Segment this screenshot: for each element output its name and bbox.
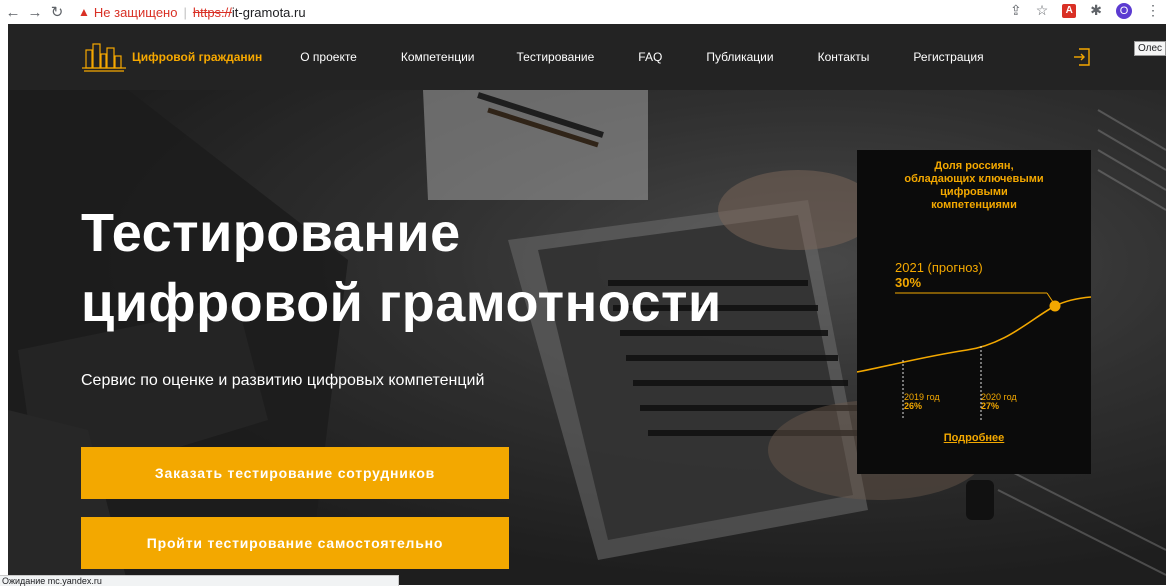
- point-value: 26%: [904, 401, 923, 411]
- order-testing-button[interactable]: Заказать тестирование сотрудников: [81, 447, 509, 499]
- hero-subtitle: Сервис по оценке и развитию цифровых ком…: [81, 372, 485, 389]
- menu-item-about[interactable]: О проекте: [300, 50, 357, 64]
- site-logo[interactable]: Цифровой гражданин: [82, 42, 262, 72]
- browser-toolbar: ← → ↻ ▲ Не защищено | https:// it-gramot…: [0, 0, 1166, 24]
- share-icon[interactable]: ⇪: [1010, 2, 1022, 19]
- address-divider: |: [183, 4, 187, 20]
- logo-text: Цифровой гражданин: [132, 50, 263, 64]
- profile-tooltip: Олес: [1133, 41, 1166, 56]
- pdf-icon[interactable]: A: [1062, 3, 1077, 18]
- warning-icon: ▲: [78, 5, 90, 19]
- forward-icon[interactable]: →: [24, 4, 46, 21]
- hero-section: Тестирование цифровой грамотности Сервис…: [8, 90, 1166, 585]
- browser-status-bubble: Ожидание mc.yandex.ru: [0, 575, 399, 586]
- menu-item-contacts[interactable]: Контакты: [818, 50, 870, 64]
- more-link[interactable]: Подробнее: [857, 432, 1091, 444]
- menu-item-registration[interactable]: Регистрация: [913, 50, 983, 64]
- url-scheme: https://: [192, 4, 232, 20]
- star-icon[interactable]: ☆: [1036, 2, 1049, 19]
- menu-item-testing[interactable]: Тестирование: [517, 50, 595, 64]
- browser-actions: ⇪ ☆ A ✱ O ⋮: [1010, 2, 1160, 19]
- back-icon[interactable]: ←: [2, 4, 24, 21]
- stats-card: Доля россиян, обладающих ключевыми цифро…: [857, 150, 1091, 474]
- main-menu: О проекте Компетенции Тестирование FAQ П…: [300, 50, 983, 64]
- hero-title-line-1: Тестирование: [81, 203, 461, 263]
- menu-item-competencies[interactable]: Компетенции: [401, 50, 475, 64]
- url-host: it-gramota.ru: [231, 4, 306, 20]
- extensions-icon[interactable]: ✱: [1090, 2, 1102, 19]
- menu-item-publications[interactable]: Публикации: [706, 50, 773, 64]
- address-bar[interactable]: ▲ Не защищено | https:// it-gramota.ru: [78, 2, 306, 22]
- hero-title-line-2: цифровой грамотности: [81, 273, 722, 333]
- security-label: Не защищено: [93, 4, 178, 20]
- forecast-label: 2021 (прогноз): [895, 260, 983, 275]
- login-icon[interactable]: [1072, 47, 1092, 67]
- point-2020: 2020 год 27%: [981, 393, 1017, 411]
- site-header: Цифровой гражданин О проекте Компетенции…: [8, 24, 1166, 90]
- profile-avatar[interactable]: O: [1116, 2, 1132, 19]
- city-logo-icon: [82, 43, 126, 72]
- menu-item-faq[interactable]: FAQ: [638, 50, 662, 64]
- hero-title: Тестирование цифровой грамотности: [81, 198, 722, 338]
- self-testing-button[interactable]: Пройти тестирование самостоятельно: [81, 517, 509, 569]
- growth-chart: [857, 292, 1091, 420]
- menu-icon[interactable]: ⋮: [1146, 2, 1160, 19]
- reload-icon[interactable]: ↻: [46, 3, 68, 21]
- forecast-point: [1049, 300, 1061, 312]
- point-value: 27%: [981, 401, 1000, 411]
- point-2019: 2019 год 26%: [904, 393, 940, 411]
- forecast-value: 30%: [895, 275, 922, 290]
